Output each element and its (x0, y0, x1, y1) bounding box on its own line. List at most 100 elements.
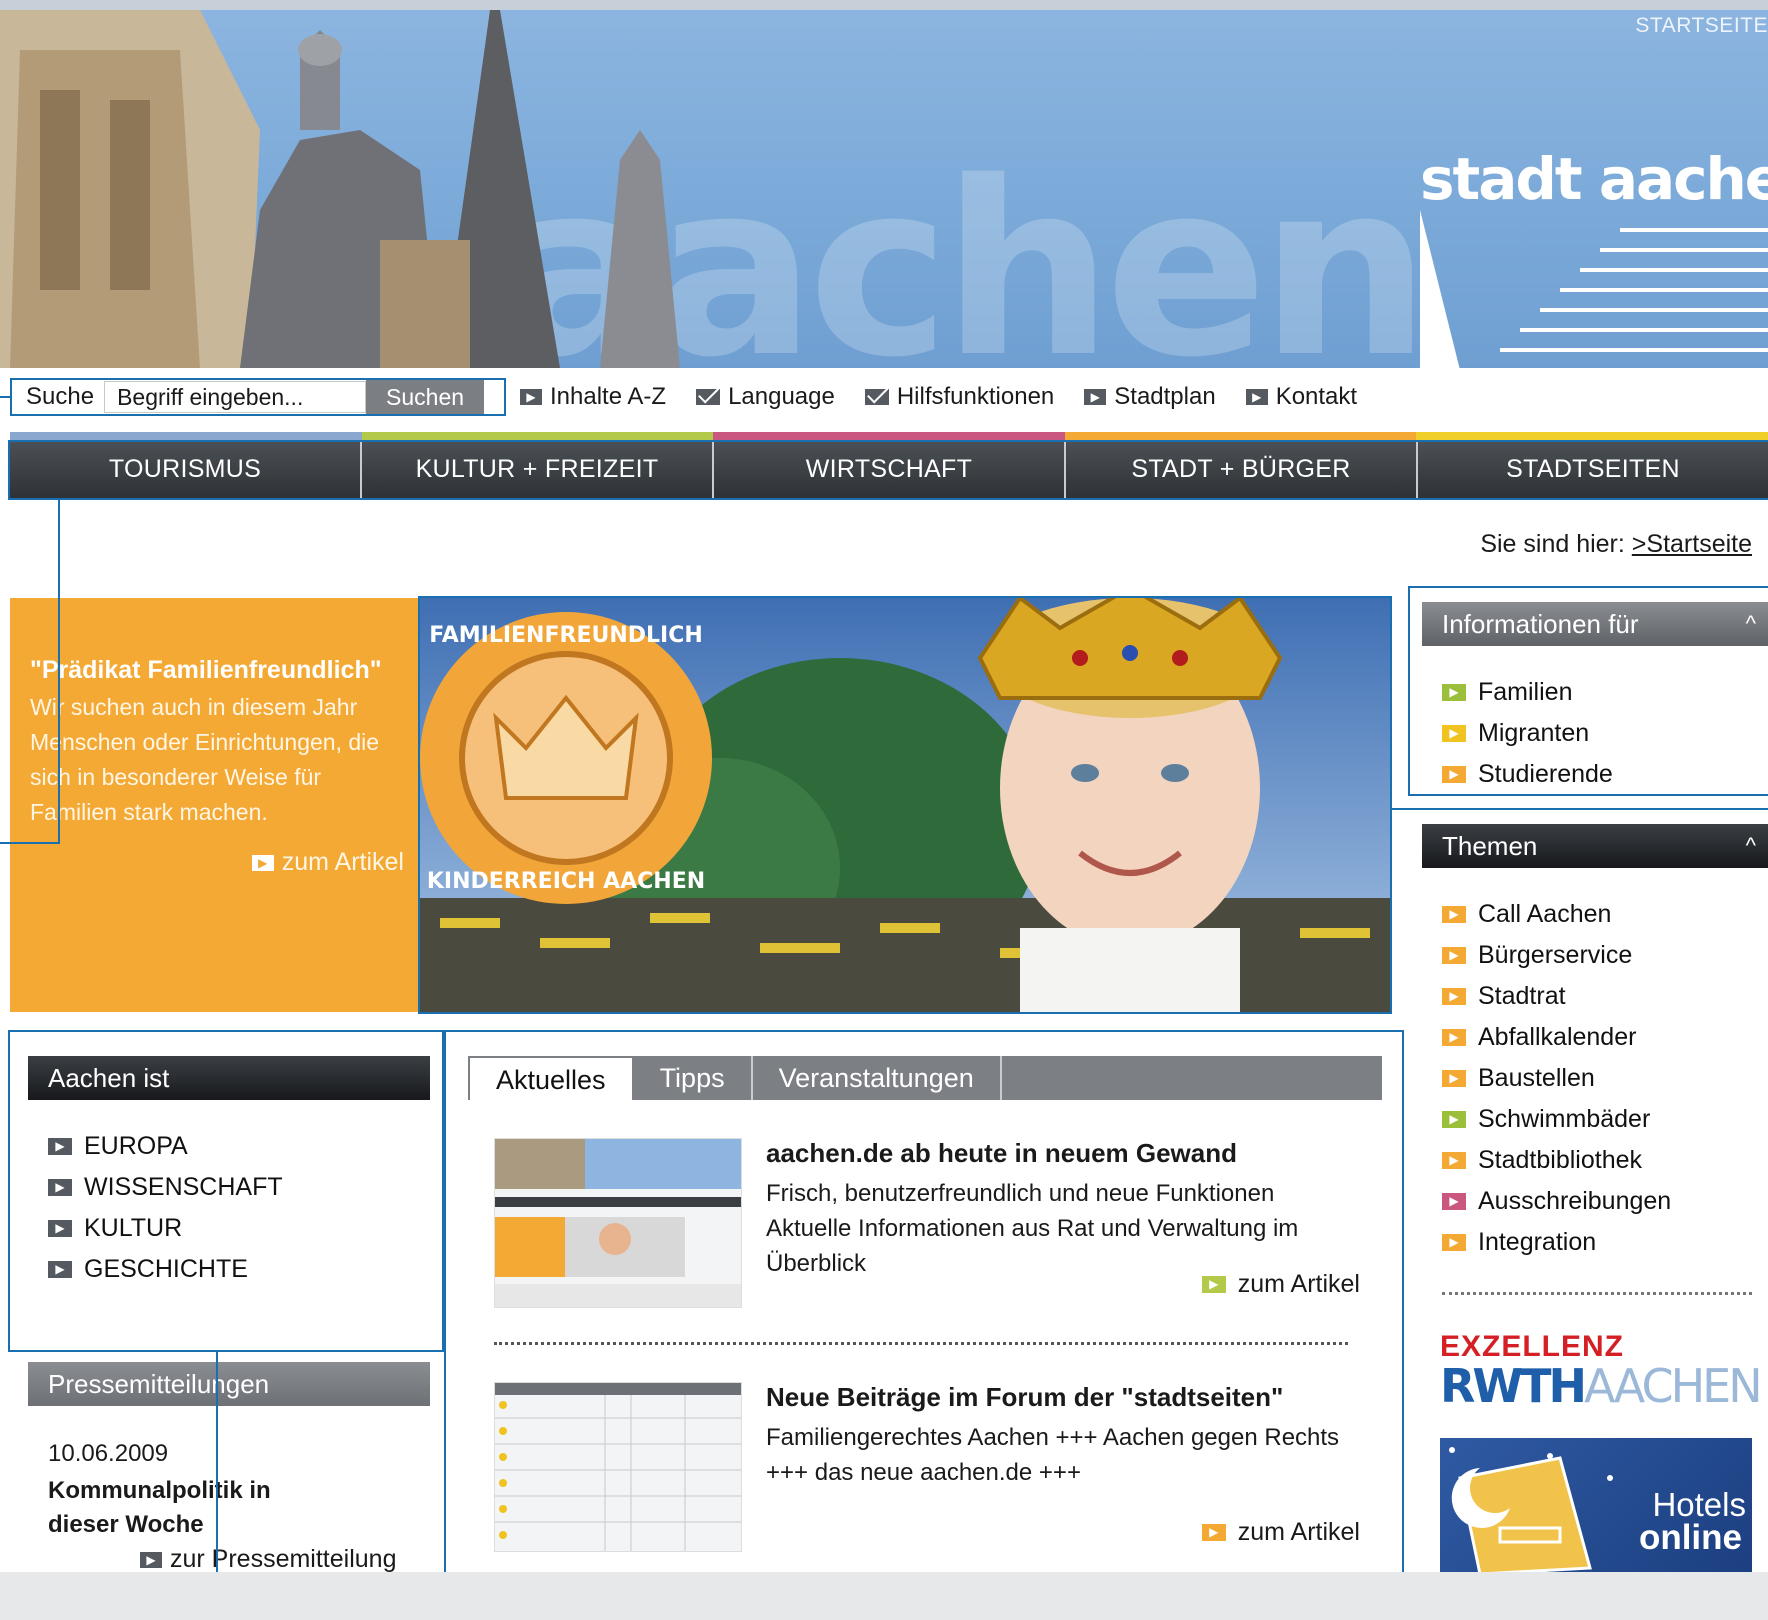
stripe (713, 432, 1065, 440)
nav-item-wirtschaft[interactable]: WIRTSCHAFT (714, 440, 1066, 498)
search-button[interactable]: Suchen (366, 380, 485, 414)
annotation-connector (58, 500, 60, 844)
list-item-wissenschaft[interactable]: ▶ WISSENSCHAFT (48, 1167, 283, 1208)
annotation-connector (0, 396, 10, 398)
bottom-fade (0, 1572, 1768, 1620)
arrow-icon: ▶ (1245, 389, 1268, 405)
tab-aktuelles[interactable]: Aktuelles (468, 1056, 634, 1100)
list-item-studierende[interactable]: ▶ Studierende (1442, 754, 1613, 795)
hero-image[interactable]: FAMILIENFREUNDLICH KINDERREICH AACHEN (418, 596, 1392, 1014)
list-item-label: Ausschreibungen (1478, 1187, 1672, 1215)
arrow-icon: ▶ (1442, 906, 1466, 923)
header-topline (0, 0, 1768, 10)
teaser-more-link[interactable]: ▶ zum Artikel (251, 848, 404, 877)
news-body: Familiengerechtes Aachen +++ Aachen gege… (766, 1424, 1340, 1486)
info-fuer-title: Informationen für (1442, 609, 1639, 639)
news-thumbnail[interactable] (494, 1382, 742, 1552)
stadt-aachen-logo[interactable]: stadt aachen (1420, 145, 1768, 213)
list-item-baustellen[interactable]: ▶ Baustellen (1442, 1058, 1671, 1099)
list-item-europa[interactable]: ▶ EUROPA (48, 1126, 283, 1167)
annotation-connector (0, 842, 60, 844)
list-item-buergerservice[interactable]: ▶ Bürgerservice (1442, 935, 1671, 976)
list-item-familien[interactable]: ▶ Familien (1442, 672, 1613, 713)
chevron-up-icon[interactable]: ^ (1746, 602, 1756, 646)
hotels-online-banner[interactable]: Hotels online (1440, 1438, 1752, 1574)
search-label: Suche (26, 383, 95, 410)
arrow-icon: ▶ (251, 854, 274, 871)
news-title[interactable]: Neue Beiträge im Forum der "stadtseiten" (766, 1382, 1283, 1413)
news-thumbnail[interactable] (494, 1138, 742, 1308)
news-title[interactable]: aachen.de ab heute in neuem Gewand (766, 1138, 1237, 1169)
list-item-call-aachen[interactable]: ▶ Call Aachen (1442, 894, 1671, 935)
meta-link-hilfsfunktionen[interactable]: Hilfsfunktionen (864, 383, 1054, 411)
startseite-link[interactable]: STARTSEITE (1635, 14, 1768, 38)
arrow-icon: ▶ (48, 1220, 72, 1237)
arrow-icon: ▶ (1442, 1152, 1466, 1169)
list-item-label: Familien (1478, 678, 1573, 706)
list-item-label: Stadtbibliothek (1478, 1146, 1643, 1174)
arrow-icon: ▶ (1442, 725, 1466, 742)
list-item-label: Abfallkalender (1478, 1023, 1637, 1051)
list-item-stadtbibliothek[interactable]: ▶ Stadtbibliothek (1442, 1140, 1671, 1181)
press-headline[interactable]: Kommunalpolitik in dieser Woche (48, 1474, 348, 1542)
teaser-title: "Prädikat Familienfreundlich" (30, 656, 382, 684)
nav-item-tourismus[interactable]: TOURISMUS (10, 440, 362, 498)
list-item-stadtrat[interactable]: ▶ Stadtrat (1442, 976, 1671, 1017)
badge-text-bottom: KINDERREICH AACHEN (427, 869, 705, 894)
logo-stripes (1420, 210, 1768, 368)
arrow-icon: ▶ (520, 389, 542, 405)
page: aachen STARTSEITE stadt aachen (0, 0, 1768, 1620)
list-item-label: EUROPA (84, 1132, 188, 1160)
list-item-kultur[interactable]: ▶ KULTUR (48, 1208, 283, 1249)
header-banner: aachen STARTSEITE stadt aachen (0, 0, 1768, 368)
themen-title: Themen (1442, 831, 1538, 861)
breadcrumb: Sie sind hier: >Startseite (1480, 530, 1752, 559)
list-item-label: Call Aachen (1478, 900, 1612, 928)
rwth-banner[interactable]: EXZELLENZ RWTHAACHEN (1440, 1330, 1763, 1409)
search-input[interactable] (104, 381, 367, 413)
main-navigation: TOURISMUS KULTUR + FREIZEIT WIRTSCHAFT S… (10, 440, 1768, 498)
meta-link-label: Inhalte A-Z (550, 383, 667, 410)
teaser-box: "Prädikat Familienfreundlich" Wir suchen… (10, 598, 418, 1012)
meta-link-kontakt[interactable]: ▶ Kontakt (1245, 383, 1357, 411)
arrow-icon: ▶ (1442, 947, 1466, 964)
meta-link-language[interactable]: Language (696, 383, 835, 411)
news-more-link[interactable]: ▶ zum Artikel (1201, 1270, 1360, 1299)
list-item-migranten[interactable]: ▶ Migranten (1442, 713, 1613, 754)
themen-divider (1442, 1292, 1752, 1295)
arrow-icon: ▶ (48, 1261, 72, 1278)
info-fuer-header[interactable]: Informationen für ^ (1422, 602, 1768, 646)
meta-link-stadtplan[interactable]: ▶ Stadtplan (1084, 383, 1216, 411)
list-item-label: Schwimmbäder (1478, 1105, 1651, 1133)
press-more-label: zur Pressemitteilung (170, 1545, 397, 1573)
tab-veranstaltungen[interactable]: Veranstaltungen (753, 1056, 1002, 1100)
meta-link-inhalte-az[interactable]: ▶ Inhalte A-Z (520, 383, 666, 411)
arrow-icon: ▶ (1442, 684, 1466, 701)
annotation-connector (1392, 808, 1768, 810)
rwth-line2a: RWTH (1440, 1359, 1587, 1413)
nav-item-stadt-buerger[interactable]: STADT + BÜRGER (1066, 440, 1418, 498)
press-more-link[interactable]: ▶ zur Pressemitteilung (140, 1545, 396, 1574)
list-item-schwimmbaeder[interactable]: ▶ Schwimmbäder (1442, 1099, 1671, 1140)
list-item-label: Bürgerservice (1478, 941, 1633, 969)
news-more-link[interactable]: ▶ zum Artikel (1201, 1518, 1360, 1547)
list-item-ausschreibungen[interactable]: ▶ Ausschreibungen (1442, 1181, 1671, 1222)
list-item-label: KULTUR (84, 1214, 183, 1242)
tab-tipps[interactable]: Tipps (634, 1056, 753, 1100)
info-fuer-list: ▶ Familien ▶ Migranten ▶ Studierende (1442, 672, 1613, 795)
hotels-line2: online (1638, 1518, 1742, 1557)
list-item-integration[interactable]: ▶ Integration (1442, 1222, 1671, 1263)
breadcrumb-link-startseite[interactable]: >Startseite (1632, 530, 1752, 558)
themen-header[interactable]: Themen ^ (1422, 824, 1768, 868)
chevron-up-icon[interactable]: ^ (1746, 824, 1756, 868)
news-item: Neue Beiträge im Forum der "stadtseiten"… (494, 1382, 1360, 1572)
list-item-label: WISSENSCHAFT (84, 1173, 283, 1201)
list-item-label: Stadtrat (1478, 982, 1566, 1010)
nav-item-stadtseiten[interactable]: STADTSEITEN (1418, 440, 1768, 498)
list-item-label: Studierende (1478, 760, 1613, 788)
list-item-abfallkalender[interactable]: ▶ Abfallkalender (1442, 1017, 1671, 1058)
list-item-geschichte[interactable]: ▶ GESCHICHTE (48, 1249, 283, 1290)
list-item-label: GESCHICHTE (84, 1255, 248, 1283)
nav-item-kultur-freizeit[interactable]: KULTUR + FREIZEIT (362, 440, 714, 498)
aachen-ist-title: Aachen ist (48, 1063, 170, 1093)
